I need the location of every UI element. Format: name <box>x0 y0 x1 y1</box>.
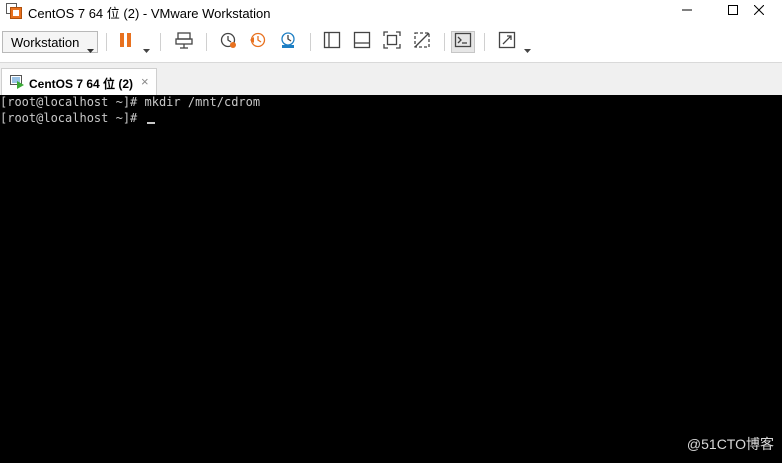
tab-label: CentOS 7 64 位 (2) <box>29 77 134 91</box>
fullscreen-icon <box>383 30 401 54</box>
show-library-icon <box>323 31 341 54</box>
pause-icon <box>119 32 133 53</box>
toolbar-separator <box>106 33 107 51</box>
console-view-button[interactable] <box>451 31 475 53</box>
toolbar: Workstation <box>0 25 782 60</box>
show-thumbnail-bar-button[interactable] <box>350 31 374 53</box>
terminal-line-text: [root@localhost ~]# <box>0 111 145 125</box>
show-thumbnail-bar-icon <box>353 31 371 54</box>
console-view-icon <box>454 31 472 54</box>
tab-close-icon[interactable]: × <box>141 74 149 89</box>
stretch-guest-icon <box>498 31 516 54</box>
fullscreen-button[interactable] <box>380 30 404 54</box>
toolbar-separator <box>444 33 445 51</box>
terminal-line: [root@localhost ~]# <box>0 111 155 125</box>
minimize-icon <box>682 2 692 20</box>
toolbar-separator <box>160 33 161 51</box>
show-library-button[interactable] <box>320 31 344 53</box>
revert-snapshot-button[interactable] <box>246 31 270 53</box>
revert-snapshot-icon <box>249 31 267 54</box>
snapshot-manager-icon <box>279 31 297 54</box>
title-bar: CentOS 7 64 位 (2) - VMware Workstation <box>0 0 782 22</box>
send-ctrl-alt-del-button[interactable] <box>172 31 196 53</box>
toolbar-separator <box>206 33 207 51</box>
vm-running-icon <box>10 75 25 94</box>
stretch-guest-button[interactable] <box>495 31 519 53</box>
send-ctrl-alt-del-icon <box>175 31 193 54</box>
terminal-line-text: [root@localhost ~]# mkdir /mnt/cdrom <box>0 95 261 109</box>
toolbar-separator <box>484 33 485 51</box>
unity-button[interactable] <box>410 31 434 53</box>
toolbar-separator <box>310 33 311 51</box>
terminal-line: [root@localhost ~]# mkdir /mnt/cdrom <box>0 95 260 109</box>
view-dropdown-icon[interactable] <box>524 40 531 58</box>
unity-icon <box>413 31 431 54</box>
vm-tab-strip: CentOS 7 64 位 (2) × <box>0 62 782 96</box>
watermark: @51CTO博客 <box>686 436 774 452</box>
workstation-menu-label: Workstation <box>11 35 80 50</box>
vm-console[interactable]: [root@localhost ~]# mkdir /mnt/cdrom [ro… <box>0 95 782 463</box>
snapshot-icon <box>219 31 237 54</box>
chevron-down-icon <box>87 40 94 58</box>
pause-button[interactable] <box>114 31 138 53</box>
terminal-cursor <box>146 122 155 124</box>
close-icon <box>753 2 765 20</box>
workstation-menu-button[interactable]: Workstation <box>2 31 98 53</box>
window-title: CentOS 7 64 位 (2) - VMware Workstation <box>28 6 271 21</box>
minimize-button[interactable] <box>664 0 710 22</box>
tab-centos-7[interactable]: CentOS 7 64 位 (2) × <box>1 68 157 96</box>
vmware-app-icon <box>6 3 22 19</box>
power-dropdown-icon[interactable] <box>143 40 150 58</box>
take-snapshot-button[interactable] <box>216 31 240 53</box>
close-button[interactable] <box>736 0 782 22</box>
snapshot-manager-button[interactable] <box>276 31 300 53</box>
